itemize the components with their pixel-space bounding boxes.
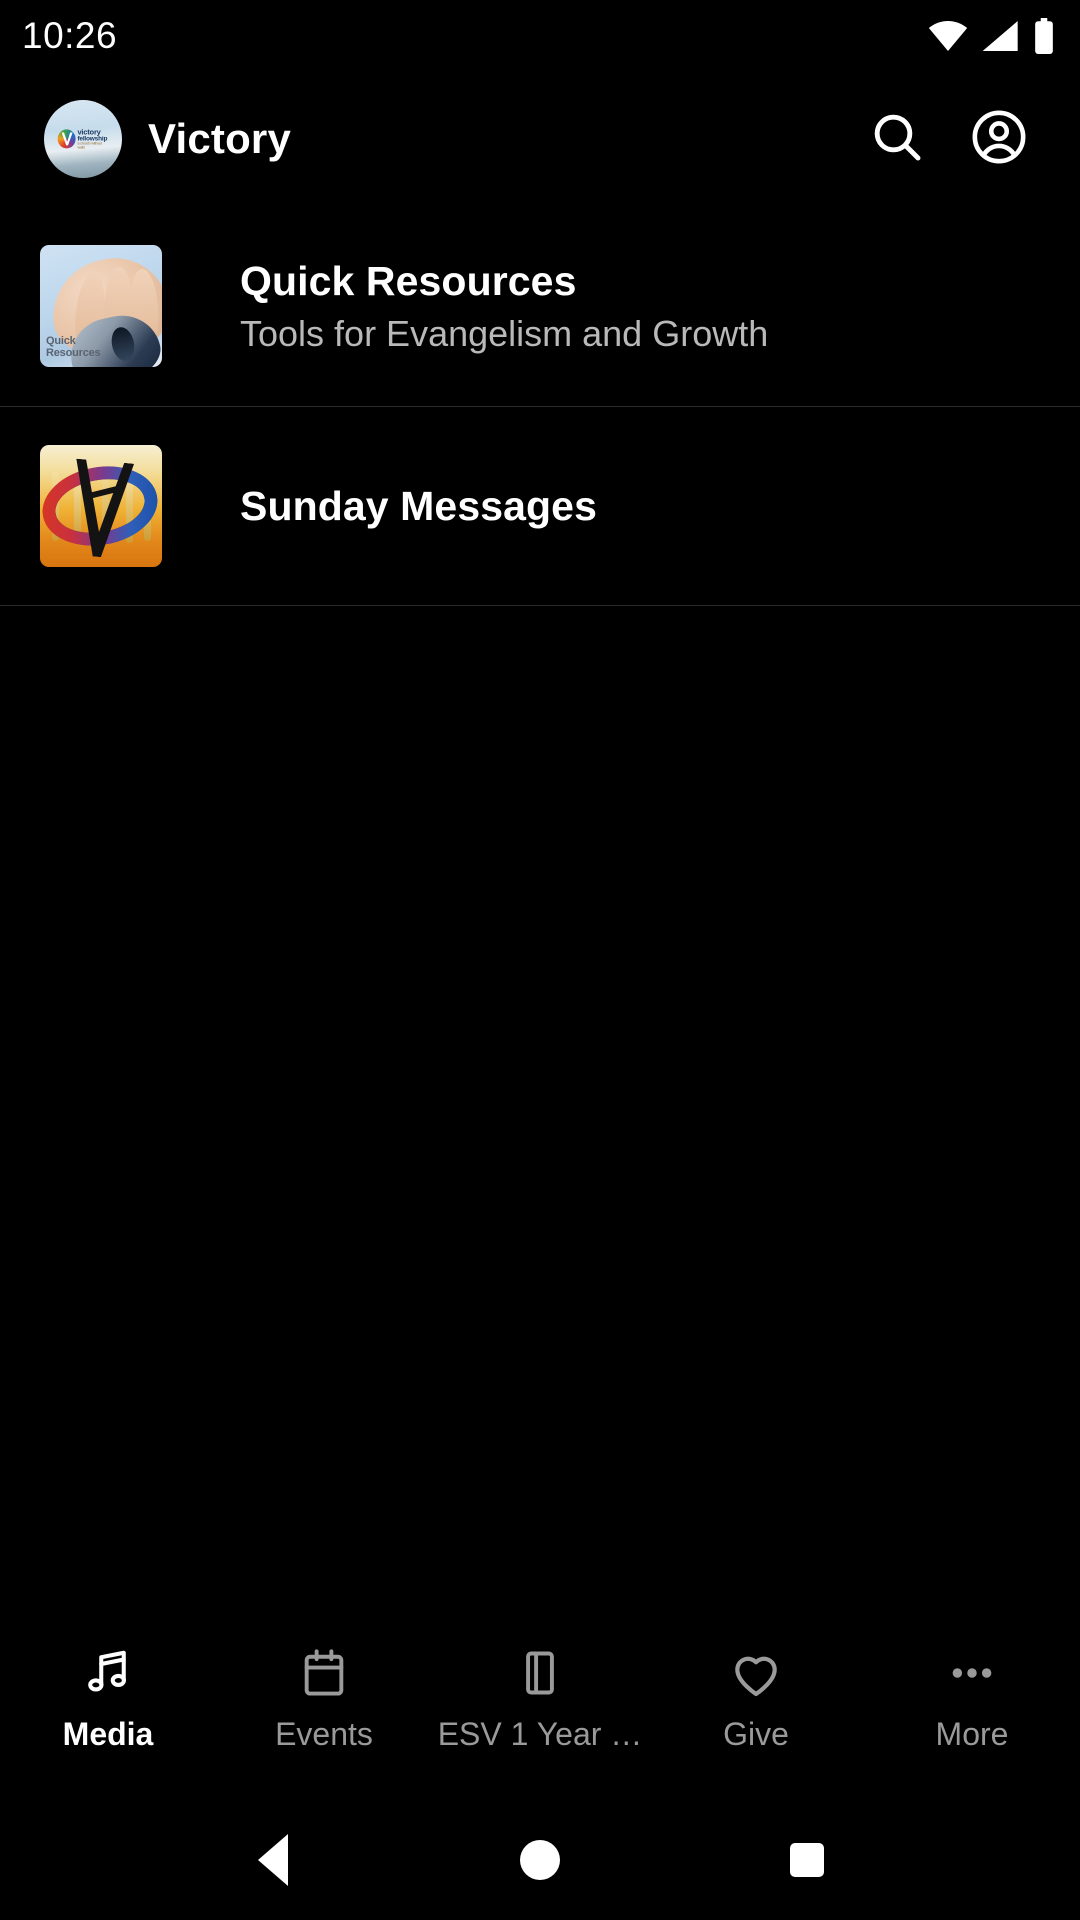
book-icon [514,1644,566,1702]
app-bar-actions [866,108,1046,170]
list-item-thumbnail [40,445,162,567]
recents-square-icon [789,1843,824,1877]
battery-icon [1034,18,1054,54]
nav-label: ESV 1 Year … [437,1716,643,1752]
recents-button[interactable] [762,1815,852,1905]
app-title: Victory [148,115,292,162]
heart-icon [728,1644,784,1702]
nav-item-more[interactable]: More [864,1644,1080,1753]
account-circle-icon [970,108,1028,171]
list-item-title: Sunday Messages [240,482,597,529]
app-logo: victory fellowship a church without wall… [44,100,122,178]
list-item[interactable]: Sunday Messages [0,406,1080,606]
back-button[interactable] [228,1815,318,1905]
thumbnail-caption-line2: Resources [46,346,101,359]
wifi-icon [928,21,968,51]
nav-label: Give [723,1716,789,1752]
nav-label: Media [62,1716,154,1752]
status-icons [928,18,1054,54]
search-button[interactable] [866,108,928,170]
list-item-text: Quick Resources Tools for Evangelism and… [240,257,768,356]
nav-item-events[interactable]: Events [216,1644,432,1753]
logo-word-line3: a church without walls [77,141,103,149]
list-item-subtitle: Tools for Evangelism and Growth [240,312,769,354]
victory-fellowship-mark: victory fellowship a church without wall… [57,128,109,149]
nav-label: More [935,1716,1009,1752]
home-button[interactable] [495,1815,585,1905]
account-button[interactable] [968,108,1030,170]
media-list: Quick Resources Quick Resources Tools fo… [0,206,1080,606]
thumbnail-caption: Quick Resources [46,334,101,359]
more-horizontal-icon [945,1644,999,1702]
nav-item-media[interactable]: Media [0,1644,216,1753]
list-item-thumbnail: Quick Resources [40,245,162,367]
status-bar: 10:26 [0,0,1080,72]
victory-v-icon [57,129,76,149]
nav-label: Events [275,1716,373,1752]
nav-item-esv-1-year[interactable]: ESV 1 Year … [432,1644,648,1753]
bottom-navigation: Media Events ESV 1 Year … Give More [0,1620,1080,1800]
cellular-signal-icon [982,21,1020,51]
home-circle-icon [519,1840,560,1880]
music-note-icon [81,1644,135,1702]
search-icon [869,109,925,170]
app-screen: 10:26 victory fellowship a church withou… [0,0,1080,1920]
list-item-text: Sunday Messages [240,482,597,530]
status-time: 10:26 [22,15,118,56]
thumbnail-caption-line1: Quick [46,334,76,347]
app-brand: victory fellowship a church without wall… [44,100,866,178]
app-bar: victory fellowship a church without wall… [0,72,1080,206]
nav-item-give[interactable]: Give [648,1644,864,1753]
system-navigation-bar [0,1800,1080,1920]
logo-wordmark: victory fellowship a church without wall… [77,128,108,149]
calendar-icon [298,1644,350,1702]
list-item[interactable]: Quick Resources Quick Resources Tools fo… [0,206,1080,406]
back-triangle-icon [258,1834,289,1886]
list-item-title: Quick Resources [240,257,577,304]
